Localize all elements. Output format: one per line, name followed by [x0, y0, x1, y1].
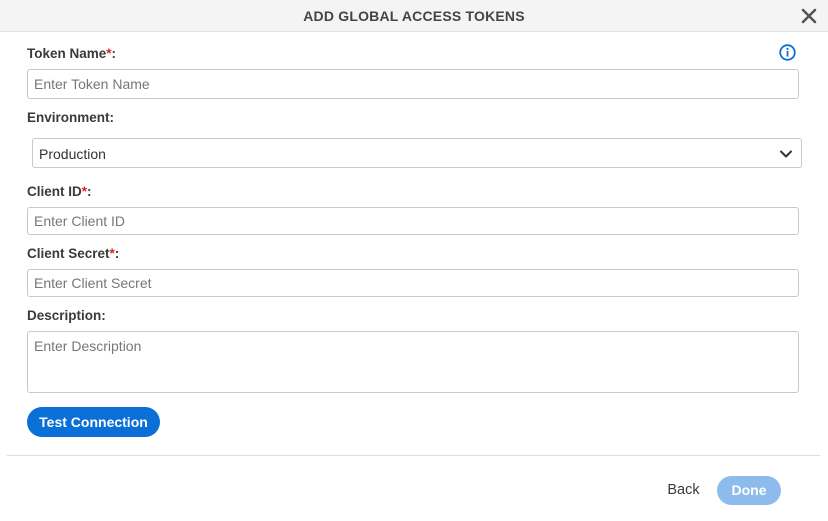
label-suffix: : — [111, 46, 117, 61]
label-suffix: : — [87, 184, 92, 199]
token-name-label-text: Token Name — [27, 46, 107, 61]
close-icon[interactable] — [800, 7, 818, 25]
footer-divider — [7, 455, 820, 456]
client-id-field — [27, 207, 799, 235]
label-suffix: : — [114, 246, 120, 261]
environment-select[interactable]: Production — [32, 138, 802, 168]
client-secret-label-text: Client Secret — [27, 246, 110, 261]
client-id-input[interactable] — [28, 208, 798, 234]
description-field — [27, 331, 799, 393]
client-id-label-text: Client ID — [27, 184, 82, 199]
client-secret-field — [27, 269, 799, 297]
done-button[interactable]: Done — [717, 476, 781, 505]
environment-selected-value: Production — [39, 146, 106, 162]
test-connection-button[interactable]: Test Connection — [27, 407, 160, 437]
chevron-down-icon — [778, 146, 794, 162]
dialog-header: ADD GLOBAL ACCESS TOKENS — [0, 0, 828, 32]
client-secret-input[interactable] — [28, 270, 798, 296]
client-secret-label: Client Secret*: — [27, 246, 119, 261]
token-name-field — [27, 69, 799, 99]
token-name-label: Token Name*: — [27, 46, 116, 61]
environment-label: Environment: — [27, 110, 115, 125]
dialog-title: ADD GLOBAL ACCESS TOKENS — [303, 8, 525, 24]
token-name-input[interactable] — [28, 70, 798, 98]
description-label: Description: — [27, 308, 106, 323]
client-id-label: Client ID*: — [27, 184, 92, 199]
description-textarea[interactable] — [28, 332, 798, 392]
info-icon[interactable] — [779, 44, 796, 61]
back-button[interactable]: Back — [662, 476, 705, 504]
add-global-access-tokens-dialog: ADD GLOBAL ACCESS TOKENS Token Name*: En… — [0, 0, 828, 521]
